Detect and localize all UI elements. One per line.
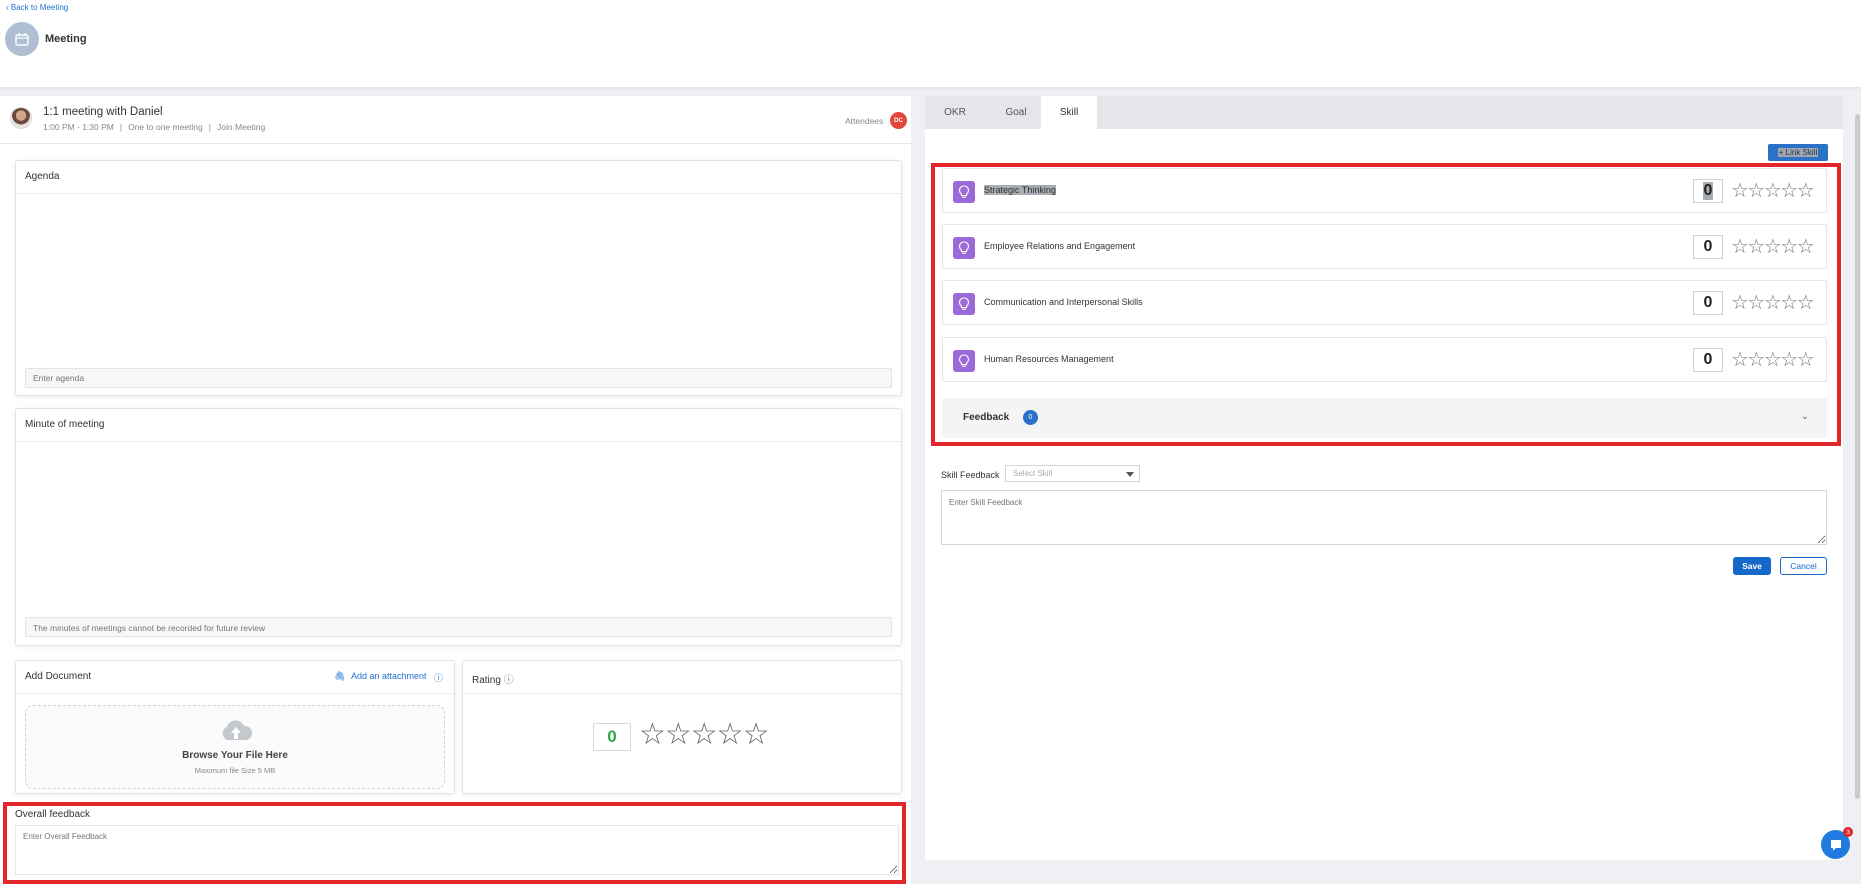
minutes-title: Minute of meeting [25,419,105,430]
meeting-icon [5,22,39,56]
scrollbar[interactable] [1855,114,1860,799]
chat-unread-badge: 3 [1843,827,1853,837]
skill-score[interactable]: 0 [1693,235,1723,259]
rating-stars[interactable]: ☆☆☆☆☆ [639,720,769,750]
chat-icon [1830,839,1841,850]
browse-file-label: Browse Your File Here [182,750,288,761]
skill-row: Strategic Thinking 0 ☆☆☆☆☆ [942,168,1827,213]
meeting-summary: 1:1 meeting with Daniel 1:00 PM - 1:30 P… [0,96,911,144]
cancel-button[interactable]: Cancel [1780,557,1827,575]
lightbulb-icon [953,237,975,259]
skill-name: Strategic Thinking [984,185,1056,195]
tab-bar: OKR Goal Skill [925,96,1843,129]
join-meeting-link[interactable]: Join Meeting [217,122,265,132]
skill-stars[interactable]: ☆☆☆☆☆ [1731,235,1815,259]
save-button[interactable]: Save [1733,557,1771,575]
caret-down-icon [1126,472,1134,477]
skill-stars[interactable]: ☆☆☆☆☆ [1731,179,1815,203]
feedback-count-badge: 0 [1023,410,1038,425]
attendees-label: Attendees [845,116,884,126]
skill-row: Employee Relations and Engagement 0 ☆☆☆☆… [942,224,1827,269]
skill-name: Communication and Interpersonal Skills [984,297,1143,307]
add-document-title: Add Document [25,671,92,682]
file-dropzone[interactable]: Browse Your File Here Maximum file Size … [25,705,445,789]
page-header: ‹ Back to Meeting Meeting [0,0,1861,88]
paperclip-icon[interactable]: 🖇 [334,671,345,682]
rating-value: 0 [593,723,631,751]
skill-score[interactable]: 0 [1693,179,1723,203]
back-to-meeting-link[interactable]: ‹ Back to Meeting [6,3,68,12]
meeting-time: 1:00 PM - 1:30 PM [43,122,114,132]
skill-name: Employee Relations and Engagement [984,241,1136,251]
overall-feedback-input[interactable] [15,825,899,875]
agenda-card: Agenda [15,160,902,396]
feedback-label: Feedback [963,412,1010,423]
minutes-card: Minute of meeting The minutes of meeting… [15,408,902,646]
lightbulb-icon [953,350,975,372]
minutes-notice: The minutes of meetings cannot be record… [25,617,892,637]
page-title: Meeting [45,33,87,45]
info-icon[interactable]: ⓘ [434,671,443,684]
skill-score[interactable]: 0 [1693,291,1723,315]
meeting-meta: 1:00 PM - 1:30 PM | One to one meeting | Joi… [43,122,266,132]
rating-title: Rating ⓘ [472,675,514,686]
skill-stars[interactable]: ☆☆☆☆☆ [1731,348,1815,372]
skill-score[interactable]: 0 [1693,348,1723,372]
info-icon[interactable]: ⓘ [504,675,514,686]
lightbulb-icon [953,293,975,315]
max-file-size-label: Maximum file Size 5 MB [194,766,276,775]
rating-card: Rating ⓘ 0 ☆☆☆☆☆ [462,660,902,794]
meeting-name: 1:1 meeting with Daniel [43,106,163,118]
agenda-title: Agenda [25,171,60,182]
attendee-avatar[interactable]: DC [890,112,907,129]
skill-row: Human Resources Management 0 ☆☆☆☆☆ [942,337,1827,382]
chevron-down-icon[interactable]: ⌄ [1801,411,1809,422]
add-attachment-link[interactable]: Add an attachment [351,671,427,681]
feedback-accordion[interactable]: Feedback 0 ⌄ [942,398,1827,438]
skill-row: Communication and Interpersonal Skills 0… [942,280,1827,325]
skill-name: Human Resources Management [984,354,1114,364]
agenda-input[interactable] [25,368,892,388]
tab-okr[interactable]: OKR [925,96,985,129]
avatar [10,107,32,129]
lightbulb-icon [953,181,975,203]
tab-skill[interactable]: Skill [1041,96,1097,129]
link-skill-button[interactable]: + Link Skill [1768,144,1828,161]
overall-feedback-section: Overall feedback [0,802,911,882]
overall-feedback-title: Overall feedback [15,809,91,820]
add-document-card: Add Document 🖇 Add an attachment ⓘ Brows… [15,660,455,794]
cloud-upload-icon [222,720,253,740]
select-skill-dropdown[interactable]: Select Skill [1005,465,1140,482]
tab-goal[interactable]: Goal [985,96,1047,129]
skill-panel: OKR Goal Skill + Link Skill Strategic Th… [925,96,1843,860]
skill-stars[interactable]: ☆☆☆☆☆ [1731,291,1815,315]
meeting-type: One to one meeting [128,122,203,132]
meeting-details-panel: 1:1 meeting with Daniel 1:00 PM - 1:30 P… [0,96,911,884]
skill-feedback-label: Skill Feedback [941,470,1000,480]
skill-feedback-input[interactable] [941,490,1827,545]
